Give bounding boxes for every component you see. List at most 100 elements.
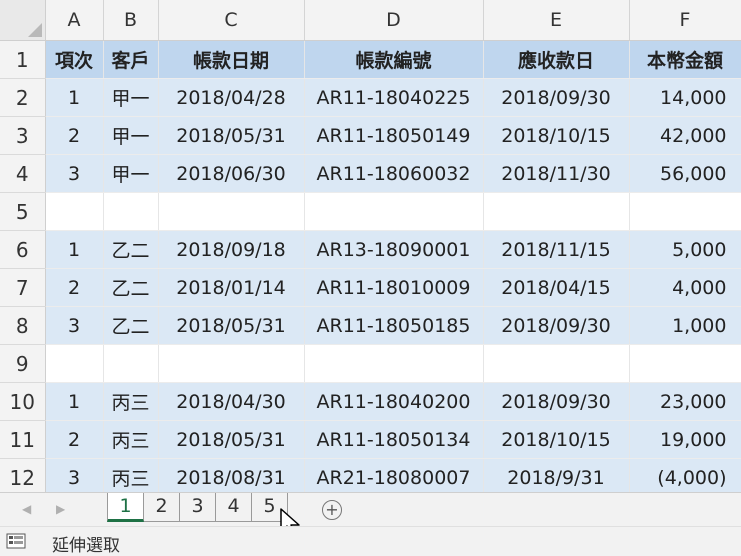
cell-account-number[interactable]: AR13-18090001	[304, 230, 484, 269]
cell-due-date[interactable]: 2018/10/15	[483, 116, 630, 155]
cell-due-date[interactable]: 2018/9/31	[483, 458, 630, 497]
cell-account-number[interactable]: AR11-18050185	[304, 306, 484, 345]
sheet-tab-4[interactable]: 4	[216, 493, 252, 522]
row-header[interactable]: 2	[0, 78, 46, 117]
cell-customer[interactable]: 甲一	[103, 78, 159, 117]
cell-item[interactable]: 3	[45, 154, 104, 193]
cell-due-date[interactable]	[483, 344, 630, 383]
cell-item[interactable]: 2	[45, 420, 104, 459]
cell-customer[interactable]: 乙二	[103, 268, 159, 307]
row-header[interactable]: 8	[0, 306, 46, 345]
cell-due-date[interactable]: 2018/10/15	[483, 420, 630, 459]
cell-customer[interactable]: 甲一	[103, 116, 159, 155]
cell-customer[interactable]: 乙二	[103, 306, 159, 345]
row-header[interactable]: 7	[0, 268, 46, 307]
header-cell-item[interactable]: 項次	[45, 40, 104, 79]
row-header[interactable]: 1	[0, 40, 46, 79]
cell-customer[interactable]: 甲一	[103, 154, 159, 193]
select-all-corner[interactable]	[0, 0, 46, 41]
cell-customer[interactable]: 乙二	[103, 230, 159, 269]
cell-amount[interactable]: 23,000	[629, 382, 741, 421]
cell-account-date[interactable]	[158, 192, 305, 231]
cell-amount[interactable]: 5,000	[629, 230, 741, 269]
cell-account-date[interactable]: 2018/05/31	[158, 420, 305, 459]
sheet-tab-3[interactable]: 3	[180, 493, 216, 522]
cell-due-date[interactable]	[483, 192, 630, 231]
cell-account-number[interactable]: AR11-18060032	[304, 154, 484, 193]
row-header[interactable]: 11	[0, 420, 46, 459]
cell-customer[interactable]: 丙三	[103, 382, 159, 421]
row-header[interactable]: 9	[0, 344, 46, 383]
tab-scroll-left-icon[interactable]: ◀	[22, 502, 31, 516]
cell-account-date[interactable]: 2018/05/31	[158, 306, 305, 345]
cell-account-number[interactable]: AR11-18050134	[304, 420, 484, 459]
cell-amount[interactable]	[629, 344, 741, 383]
cell-amount[interactable]: (4,000)	[629, 458, 741, 497]
tab-scroll-right-icon[interactable]: ▶	[56, 502, 65, 516]
cell-customer[interactable]: 丙三	[103, 458, 159, 497]
cell-account-date[interactable]: 2018/09/18	[158, 230, 305, 269]
cell-amount[interactable]: 19,000	[629, 420, 741, 459]
cell-item[interactable]: 2	[45, 116, 104, 155]
column-header-d[interactable]: D	[304, 0, 484, 41]
cell-account-date[interactable]: 2018/08/31	[158, 458, 305, 497]
cell-item[interactable]: 3	[45, 458, 104, 497]
table-row: 5	[0, 192, 741, 231]
cell-account-number[interactable]	[304, 344, 484, 383]
cell-amount[interactable]: 4,000	[629, 268, 741, 307]
cell-customer[interactable]	[103, 192, 159, 231]
row-header[interactable]: 6	[0, 230, 46, 269]
cell-account-number[interactable]: AR11-18010009	[304, 268, 484, 307]
header-cell-amount[interactable]: 本幣金額	[629, 40, 741, 79]
cell-item[interactable]: 2	[45, 268, 104, 307]
cell-account-date[interactable]: 2018/06/30	[158, 154, 305, 193]
cell-item[interactable]	[45, 344, 104, 383]
cell-due-date[interactable]: 2018/11/15	[483, 230, 630, 269]
cell-item[interactable]: 3	[45, 306, 104, 345]
header-cell-due-date[interactable]: 應收款日	[483, 40, 630, 79]
cell-account-number[interactable]	[304, 192, 484, 231]
header-cell-customer[interactable]: 客戶	[103, 40, 159, 79]
cell-amount[interactable]: 42,000	[629, 116, 741, 155]
row-header[interactable]: 5	[0, 192, 46, 231]
cell-account-number[interactable]: AR11-18050149	[304, 116, 484, 155]
cell-amount[interactable]: 14,000	[629, 78, 741, 117]
cell-amount[interactable]: 56,000	[629, 154, 741, 193]
column-header-e[interactable]: E	[483, 0, 630, 41]
cell-item[interactable]: 1	[45, 382, 104, 421]
sheet-tab-2[interactable]: 2	[144, 493, 180, 522]
cell-account-number[interactable]: AR11-18040225	[304, 78, 484, 117]
cell-amount[interactable]: 1,000	[629, 306, 741, 345]
sheet-tab-1[interactable]: 1	[107, 493, 144, 522]
header-cell-account-date[interactable]: 帳款日期	[158, 40, 305, 79]
column-header-a[interactable]: A	[45, 0, 104, 41]
cell-customer[interactable]: 丙三	[103, 420, 159, 459]
cell-amount[interactable]	[629, 192, 741, 231]
cell-account-date[interactable]: 2018/05/31	[158, 116, 305, 155]
column-header-f[interactable]: F	[629, 0, 741, 41]
row-header[interactable]: 12	[0, 458, 46, 497]
row-header[interactable]: 4	[0, 154, 46, 193]
row-header[interactable]: 10	[0, 382, 46, 421]
cell-account-date[interactable]: 2018/01/14	[158, 268, 305, 307]
cell-account-date[interactable]	[158, 344, 305, 383]
row-header[interactable]: 3	[0, 116, 46, 155]
cell-due-date[interactable]: 2018/09/30	[483, 382, 630, 421]
macro-record-icon[interactable]	[6, 533, 26, 549]
column-header-c[interactable]: C	[158, 0, 305, 41]
cell-account-date[interactable]: 2018/04/28	[158, 78, 305, 117]
cell-due-date[interactable]: 2018/11/30	[483, 154, 630, 193]
cell-item[interactable]: 1	[45, 230, 104, 269]
column-header-b[interactable]: B	[103, 0, 159, 41]
cell-due-date[interactable]: 2018/09/30	[483, 306, 630, 345]
cell-due-date[interactable]: 2018/09/30	[483, 78, 630, 117]
cell-due-date[interactable]: 2018/04/15	[483, 268, 630, 307]
cell-account-date[interactable]: 2018/04/30	[158, 382, 305, 421]
header-cell-account-number[interactable]: 帳款編號	[304, 40, 484, 79]
add-sheet-button[interactable]: +	[322, 500, 342, 520]
cell-item[interactable]	[45, 192, 104, 231]
cell-item[interactable]: 1	[45, 78, 104, 117]
cell-account-number[interactable]: AR11-18040200	[304, 382, 484, 421]
cell-customer[interactable]	[103, 344, 159, 383]
cell-account-number[interactable]: AR21-18080007	[304, 458, 484, 497]
